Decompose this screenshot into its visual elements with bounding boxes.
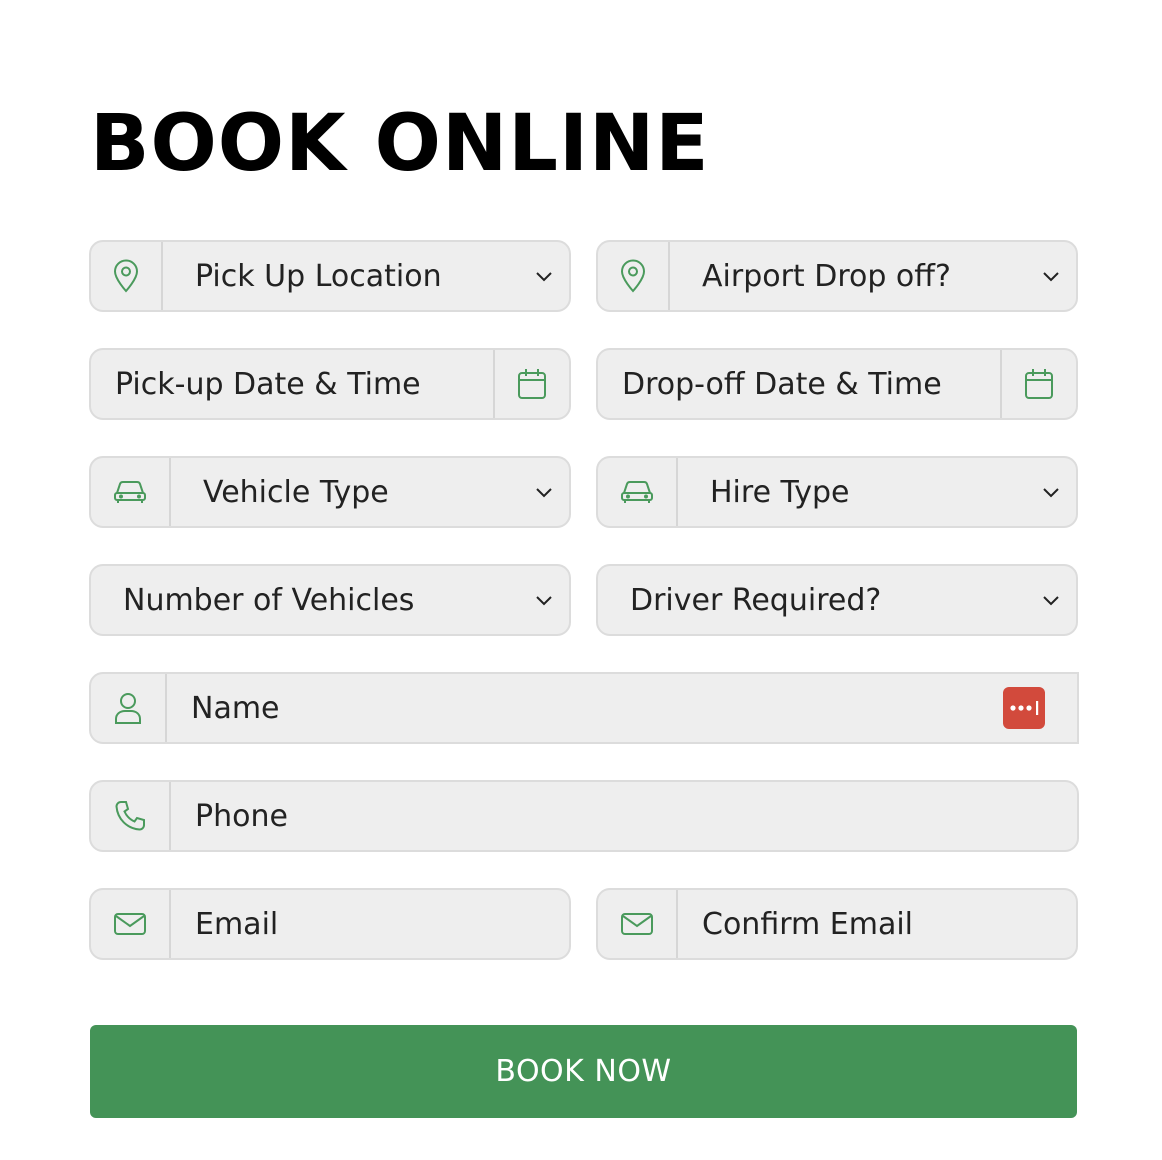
airport-dropoff-value: Airport Drop off? [702, 258, 951, 294]
chevron-down-icon [1042, 242, 1076, 310]
vehicle-type-value: Vehicle Type [203, 474, 389, 510]
number-of-vehicles-select[interactable]: Number of Vehicles [89, 564, 571, 636]
pickup-datetime-input[interactable]: Pick-up Date & Time [89, 348, 571, 420]
pickup-datetime-placeholder: Pick-up Date & Time [115, 366, 421, 402]
page-title: BOOK ONLINE [90, 99, 710, 189]
driver-required-value: Driver Required? [630, 582, 882, 618]
email-placeholder: Email [195, 906, 279, 942]
chevron-down-icon [535, 242, 569, 310]
phone-icon [91, 782, 171, 850]
dropoff-datetime-input[interactable]: Drop-off Date & Time [596, 348, 1078, 420]
airport-dropoff-select[interactable]: Airport Drop off? [596, 240, 1078, 312]
user-icon [91, 674, 167, 742]
password-manager-icon[interactable] [1003, 687, 1045, 729]
phone-placeholder: Phone [195, 798, 288, 834]
map-pin-icon [91, 242, 163, 310]
chevron-down-icon [1042, 458, 1076, 526]
car-icon [598, 458, 678, 526]
name-placeholder: Name [191, 690, 280, 726]
confirm-email-placeholder: Confirm Email [702, 906, 914, 942]
mail-icon [598, 890, 678, 958]
name-field[interactable]: Name [89, 672, 1079, 744]
book-now-button[interactable]: BOOK NOW [90, 1025, 1077, 1118]
email-field[interactable]: Email [89, 888, 571, 960]
hire-type-select[interactable]: Hire Type [596, 456, 1078, 528]
dropoff-datetime-placeholder: Drop-off Date & Time [622, 366, 942, 402]
pickup-location-select[interactable]: Pick Up Location [89, 240, 571, 312]
phone-field[interactable]: Phone [89, 780, 1079, 852]
chevron-down-icon [535, 566, 569, 634]
pickup-location-value: Pick Up Location [195, 258, 442, 294]
mail-icon [91, 890, 171, 958]
car-icon [91, 458, 171, 526]
calendar-icon[interactable] [1000, 350, 1076, 418]
calendar-icon[interactable] [493, 350, 569, 418]
map-pin-icon [598, 242, 670, 310]
confirm-email-field[interactable]: Confirm Email [596, 888, 1078, 960]
chevron-down-icon [535, 458, 569, 526]
chevron-down-icon [1042, 566, 1076, 634]
driver-required-select[interactable]: Driver Required? [596, 564, 1078, 636]
number-of-vehicles-value: Number of Vehicles [123, 582, 415, 618]
vehicle-type-select[interactable]: Vehicle Type [89, 456, 571, 528]
hire-type-value: Hire Type [710, 474, 850, 510]
